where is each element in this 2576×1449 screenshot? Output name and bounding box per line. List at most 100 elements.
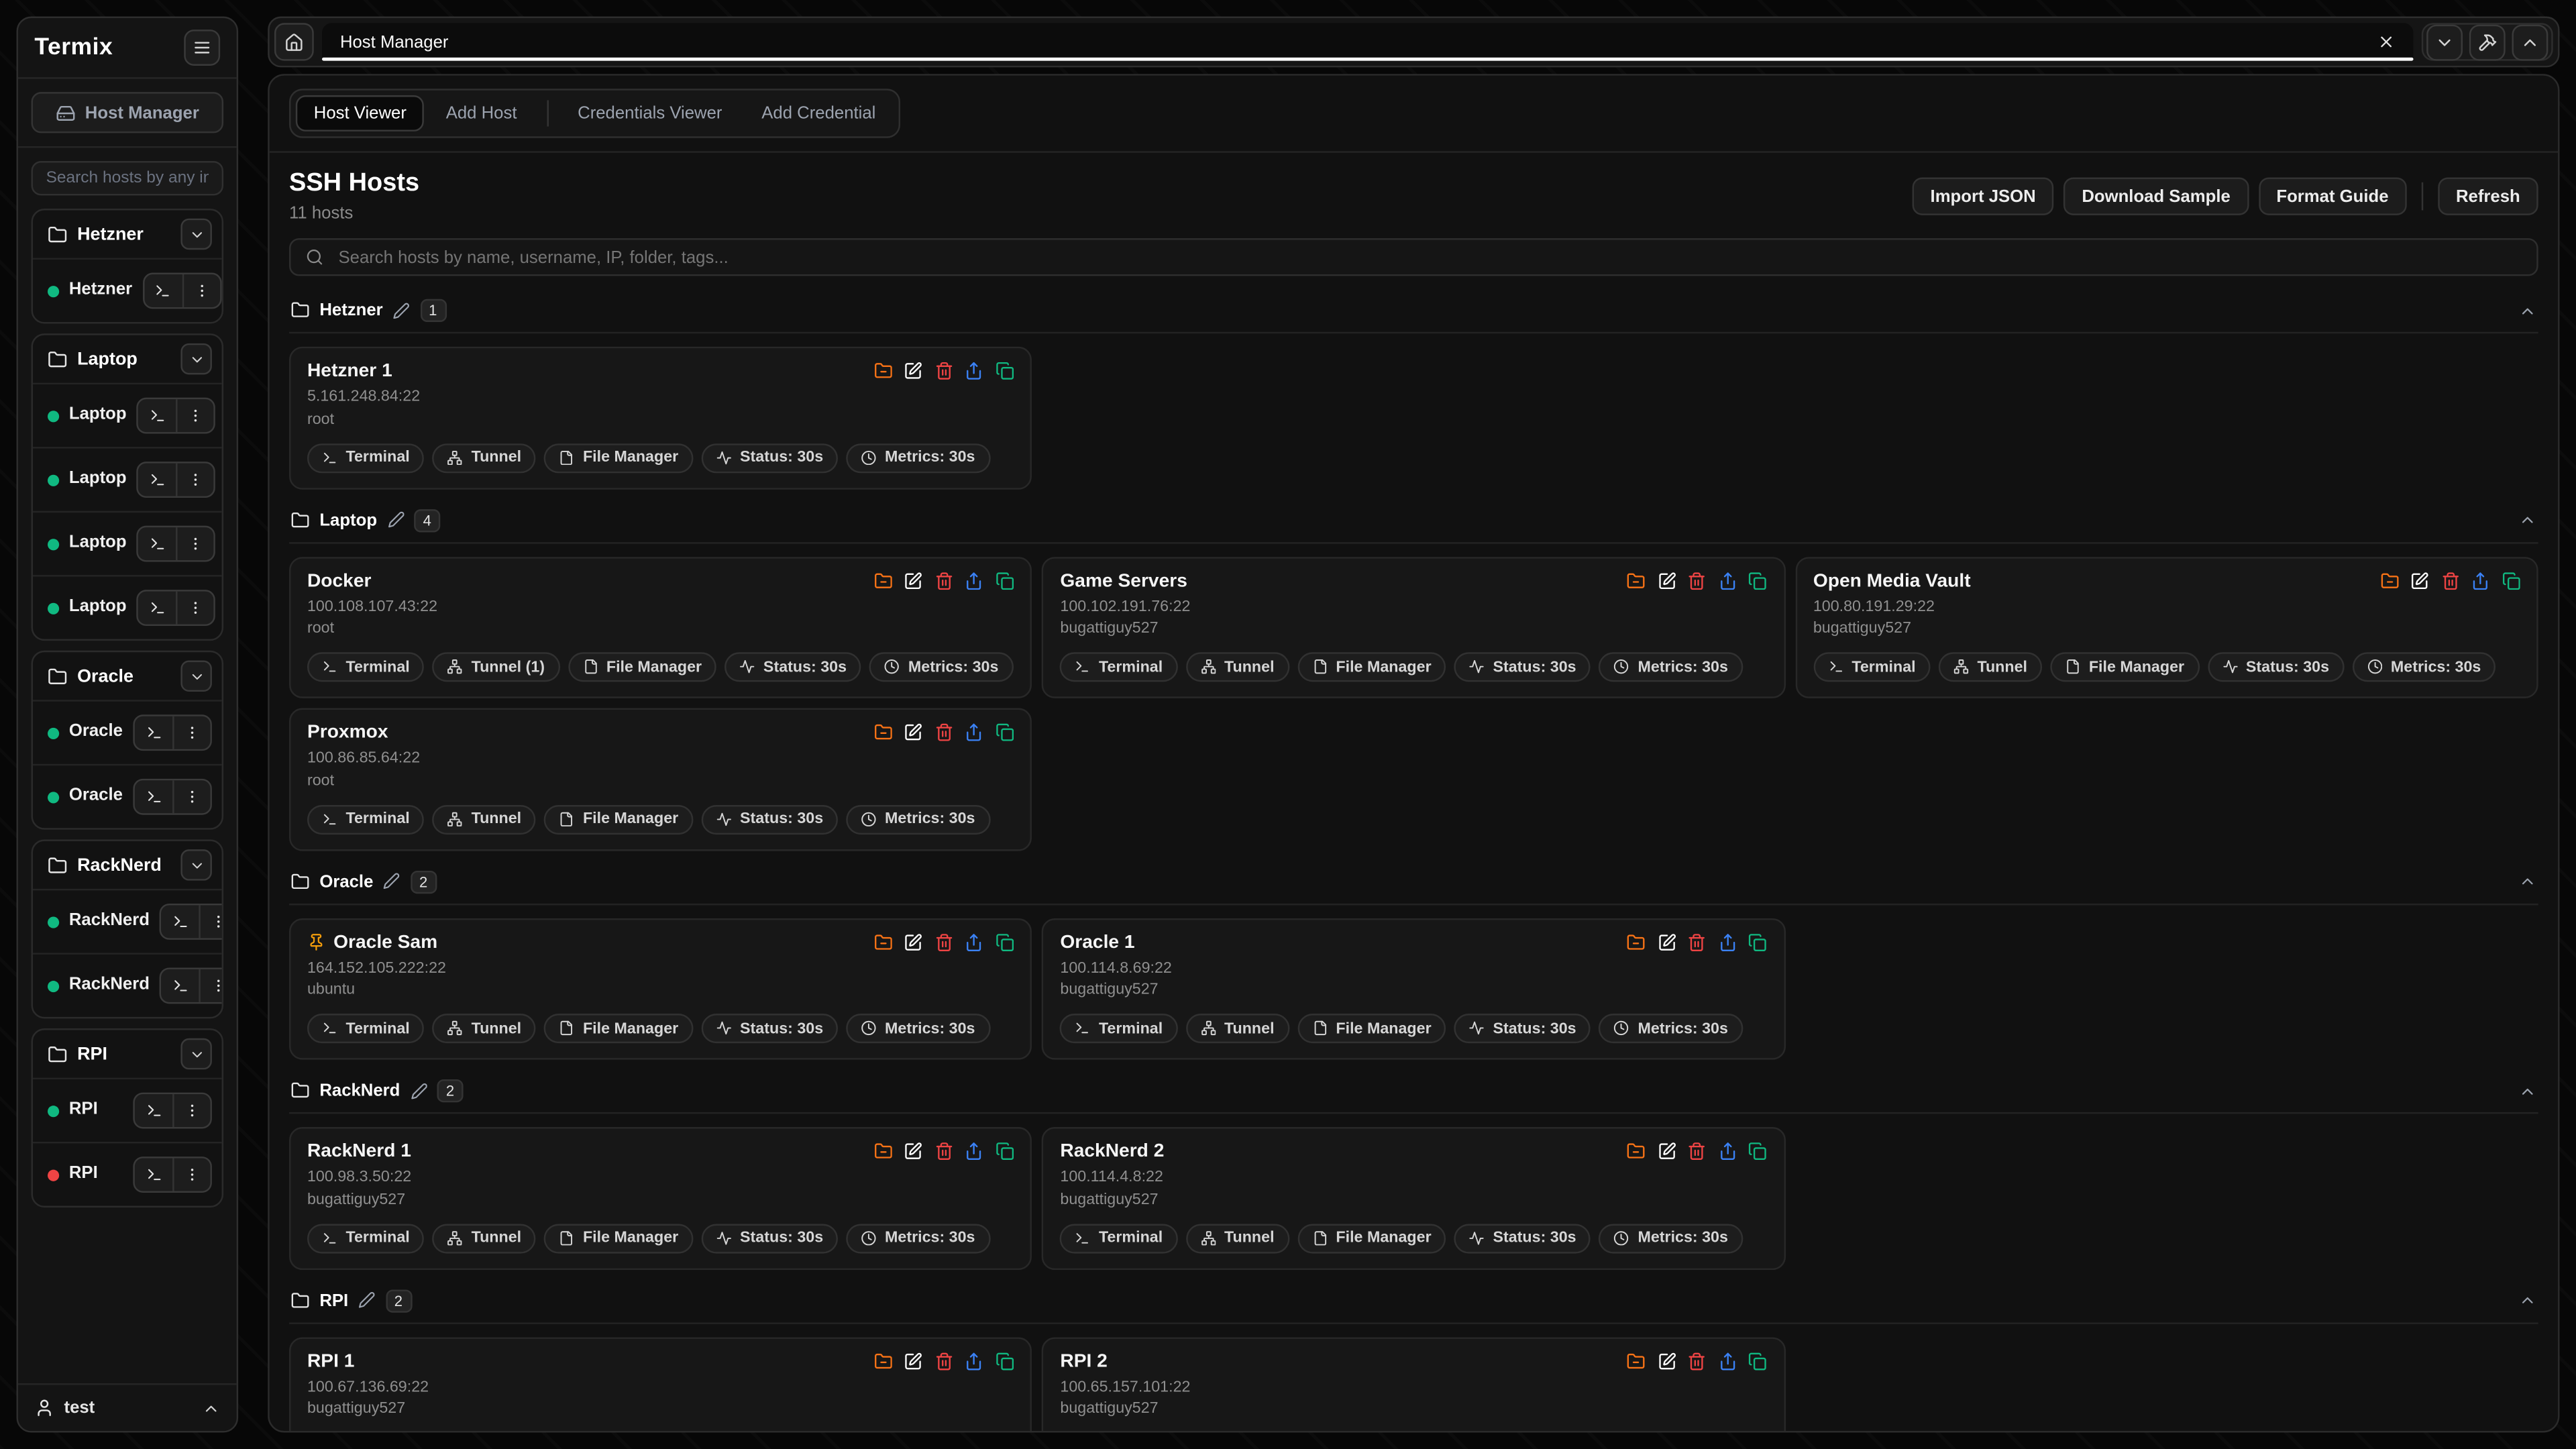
status-chip[interactable]: Status: 30s bbox=[724, 653, 861, 682]
edit-host-icon[interactable] bbox=[904, 1142, 923, 1161]
sidebar-host-item[interactable]: Laptop bbox=[33, 511, 222, 576]
metrics-chip[interactable]: Metrics: 30s bbox=[846, 1224, 989, 1253]
tools-button[interactable] bbox=[2469, 24, 2506, 60]
tunnel-chip[interactable]: Tunnel bbox=[433, 1014, 536, 1043]
export-host-icon[interactable] bbox=[1718, 572, 1737, 590]
duplicate-host-icon[interactable] bbox=[1748, 1142, 1767, 1161]
tunnel-chip[interactable]: Tunnel bbox=[433, 804, 536, 834]
tunnel-chip[interactable]: Tunnel bbox=[433, 1224, 536, 1253]
host-menu-button[interactable] bbox=[172, 1094, 210, 1127]
host-menu-button[interactable] bbox=[199, 905, 223, 938]
edit-folder-icon[interactable] bbox=[392, 302, 410, 319]
terminal-chip[interactable]: Terminal bbox=[307, 653, 425, 682]
tab-close-button[interactable] bbox=[2377, 33, 2396, 51]
terminal-chip[interactable]: Terminal bbox=[307, 804, 425, 834]
host-menu-button[interactable] bbox=[172, 780, 210, 813]
status-chip[interactable]: Status: 30s bbox=[1454, 1224, 1591, 1253]
refresh-button[interactable]: Refresh bbox=[2438, 178, 2538, 215]
host-terminal-button[interactable] bbox=[135, 1094, 172, 1127]
file-manager-chip[interactable]: File Manager bbox=[1297, 1014, 1446, 1043]
host-menu-button[interactable] bbox=[176, 592, 213, 625]
remove-from-folder-icon[interactable] bbox=[1627, 933, 1646, 952]
host-terminal-button[interactable] bbox=[138, 464, 176, 496]
duplicate-host-icon[interactable] bbox=[996, 572, 1014, 590]
export-host-icon[interactable] bbox=[965, 1352, 983, 1371]
export-host-icon[interactable] bbox=[1718, 933, 1737, 952]
host-terminal-button[interactable] bbox=[138, 527, 176, 560]
sidebar-host-item[interactable]: Laptop bbox=[33, 575, 222, 639]
metrics-chip[interactable]: Metrics: 30s bbox=[2352, 653, 2496, 682]
section-collapse-icon[interactable] bbox=[2518, 873, 2536, 891]
duplicate-host-icon[interactable] bbox=[996, 723, 1014, 742]
delete-host-icon[interactable] bbox=[2440, 572, 2459, 590]
delete-host-icon[interactable] bbox=[934, 1352, 953, 1371]
section-collapse-icon[interactable] bbox=[2518, 511, 2536, 529]
remove-from-folder-icon[interactable] bbox=[1627, 1352, 1646, 1371]
sidebar-user[interactable]: test bbox=[18, 1383, 237, 1431]
file-manager-chip[interactable]: File Manager bbox=[568, 653, 716, 682]
download-sample-button[interactable]: Download Sample bbox=[2063, 178, 2248, 215]
host-manager-nav-button[interactable]: Host Manager bbox=[32, 92, 224, 133]
metrics-chip[interactable]: Metrics: 30s bbox=[846, 1014, 989, 1043]
tab-list-button[interactable] bbox=[2426, 24, 2463, 60]
delete-host-icon[interactable] bbox=[934, 723, 953, 742]
metrics-chip[interactable]: Metrics: 30s bbox=[846, 443, 989, 472]
sidebar-host-item[interactable]: RPI bbox=[33, 1078, 222, 1142]
folder-collapse-button[interactable] bbox=[180, 219, 212, 250]
edit-host-icon[interactable] bbox=[1657, 933, 1676, 952]
remove-from-folder-icon[interactable] bbox=[873, 723, 892, 742]
export-host-icon[interactable] bbox=[1718, 1352, 1737, 1371]
host-terminal-button[interactable] bbox=[138, 399, 176, 432]
edit-folder-icon[interactable] bbox=[358, 1292, 376, 1309]
file-manager-chip[interactable]: File Manager bbox=[2050, 653, 2199, 682]
terminal-chip[interactable]: Terminal bbox=[307, 1014, 425, 1043]
remove-from-folder-icon[interactable] bbox=[873, 572, 892, 590]
metrics-chip[interactable]: Metrics: 30s bbox=[869, 653, 1013, 682]
file-manager-chip[interactable]: File Manager bbox=[544, 804, 693, 834]
remove-from-folder-icon[interactable] bbox=[1627, 572, 1646, 590]
status-chip[interactable]: Status: 30s bbox=[2207, 653, 2344, 682]
folder-collapse-button[interactable] bbox=[180, 660, 212, 692]
terminal-chip[interactable]: Terminal bbox=[307, 1224, 425, 1253]
tab-add-credential[interactable]: Add Credential bbox=[743, 95, 894, 131]
sidebar-host-item[interactable]: Hetzner bbox=[33, 258, 222, 322]
duplicate-host-icon[interactable] bbox=[2502, 572, 2520, 590]
status-chip[interactable]: Status: 30s bbox=[1454, 1014, 1591, 1043]
file-manager-chip[interactable]: File Manager bbox=[1297, 1224, 1446, 1253]
terminal-chip[interactable]: Terminal bbox=[1060, 653, 1177, 682]
duplicate-host-icon[interactable] bbox=[996, 1142, 1014, 1161]
edit-host-icon[interactable] bbox=[1657, 1142, 1676, 1161]
status-chip[interactable]: Status: 30s bbox=[701, 1014, 838, 1043]
delete-host-icon[interactable] bbox=[1687, 1142, 1706, 1161]
folder-collapse-button[interactable] bbox=[180, 343, 212, 375]
remove-from-folder-icon[interactable] bbox=[873, 933, 892, 952]
tunnel-chip[interactable]: Tunnel bbox=[1185, 1014, 1289, 1043]
export-host-icon[interactable] bbox=[1718, 1142, 1737, 1161]
edit-host-icon[interactable] bbox=[904, 933, 923, 952]
status-chip[interactable]: Status: 30s bbox=[701, 443, 838, 472]
file-manager-chip[interactable]: File Manager bbox=[544, 1224, 693, 1253]
export-host-icon[interactable] bbox=[965, 723, 983, 742]
metrics-chip[interactable]: Metrics: 30s bbox=[1599, 1014, 1743, 1043]
tab-add-host[interactable]: Add Host bbox=[428, 95, 535, 131]
remove-from-folder-icon[interactable] bbox=[873, 1142, 892, 1161]
tunnel-chip[interactable]: Tunnel bbox=[433, 443, 536, 472]
edit-host-icon[interactable] bbox=[904, 1352, 923, 1371]
terminal-chip[interactable]: Terminal bbox=[1060, 1224, 1177, 1253]
host-terminal-button[interactable] bbox=[135, 1159, 172, 1191]
export-host-icon[interactable] bbox=[965, 362, 983, 381]
sidebar-host-item[interactable]: Oracle bbox=[33, 700, 222, 764]
terminal-chip[interactable]: Terminal bbox=[1813, 653, 1931, 682]
folder-collapse-button[interactable] bbox=[180, 849, 212, 881]
duplicate-host-icon[interactable] bbox=[996, 1352, 1014, 1371]
file-manager-chip[interactable]: File Manager bbox=[1297, 653, 1446, 682]
sidebar-host-item[interactable]: RackNerd bbox=[33, 953, 222, 1017]
remove-from-folder-icon[interactable] bbox=[873, 1352, 892, 1371]
duplicate-host-icon[interactable] bbox=[996, 933, 1014, 952]
edit-folder-icon[interactable] bbox=[410, 1083, 427, 1100]
status-chip[interactable]: Status: 30s bbox=[701, 1224, 838, 1253]
status-chip[interactable]: Status: 30s bbox=[1454, 653, 1591, 682]
delete-host-icon[interactable] bbox=[1687, 572, 1706, 590]
edit-host-icon[interactable] bbox=[904, 572, 923, 590]
format-guide-button[interactable]: Format Guide bbox=[2258, 178, 2406, 215]
